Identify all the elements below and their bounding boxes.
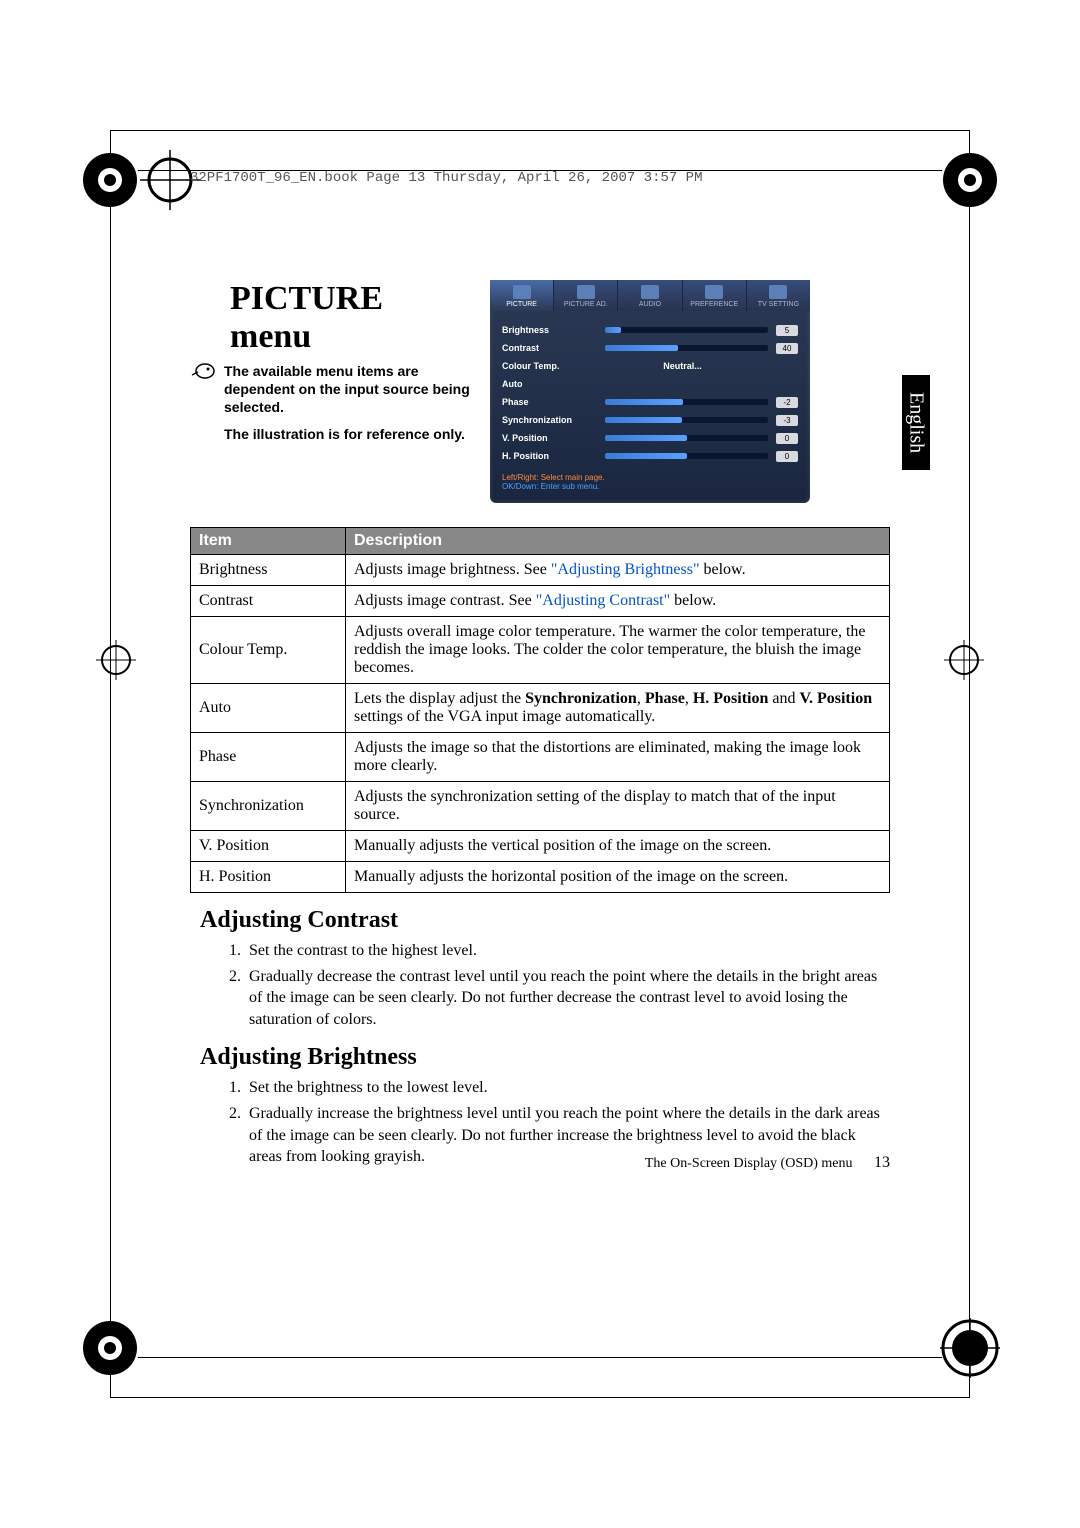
osd-tab-bar: PICTURE PICTURE AD. AUDIO PREFERENCE TV …	[490, 280, 810, 311]
table-cell-item: Phase	[191, 733, 346, 782]
registration-mark-icon	[96, 640, 136, 680]
page-title: PICTURE menu	[230, 280, 470, 356]
page-footer: The On-Screen Display (OSD) menu 13	[645, 1134, 890, 1172]
language-tab: English	[902, 375, 930, 470]
registration-mark-icon	[80, 150, 140, 210]
table-row: H. PositionManually adjusts the horizont…	[191, 862, 890, 893]
osd-row-auto[interactable]: Auto	[502, 375, 798, 393]
osd-label: Contrast	[502, 343, 597, 353]
bookmark-filename: 32PF1700T_96_EN.book Page 13 Thursday, A…	[190, 170, 702, 186]
osd-slider[interactable]	[605, 417, 768, 423]
table-cell-item: H. Position	[191, 862, 346, 893]
osd-label: Synchronization	[502, 415, 597, 425]
list-item: Gradually decrease the contrast level un…	[245, 966, 890, 1031]
page-number: 13	[874, 1154, 890, 1171]
table-cell-description: Manually adjusts the horizontal position…	[346, 862, 890, 893]
osd-value: 0	[776, 451, 798, 462]
note-text-2: The illustration is for reference only.	[224, 425, 470, 443]
osd-label: V. Position	[502, 433, 597, 443]
picture-icon	[513, 285, 531, 299]
list-item: Set the brightness to the lowest level.	[245, 1077, 890, 1099]
table-cell-item: Auto	[191, 684, 346, 733]
table-cell-item: V. Position	[191, 831, 346, 862]
osd-tab-tv-setting[interactable]: TV SETTING	[747, 280, 810, 311]
table-cell-description: Adjusts image brightness. See "Adjusting…	[346, 555, 890, 586]
table-cell-description: Manually adjusts the vertical position o…	[346, 831, 890, 862]
note-text-1: The available menu items are dependent o…	[224, 362, 470, 417]
table-head-item: Item	[191, 528, 346, 555]
osd-label: Phase	[502, 397, 597, 407]
section-adjusting-contrast: Adjusting Contrast	[200, 907, 890, 934]
osd-label: H. Position	[502, 451, 597, 461]
osd-value: 5	[776, 325, 798, 336]
cross-reference-link[interactable]: "Adjusting Contrast"	[536, 592, 670, 609]
osd-slider[interactable]	[605, 435, 768, 441]
tv-setting-icon	[769, 285, 787, 299]
table-cell-description: Adjusts overall image color temperature.…	[346, 617, 890, 684]
description-table: Item Description BrightnessAdjusts image…	[190, 527, 890, 893]
table-row: ContrastAdjusts image contrast. See "Adj…	[191, 586, 890, 617]
registration-mark-icon	[80, 1318, 140, 1378]
osd-tab-picture[interactable]: PICTURE	[490, 280, 554, 311]
picture-ad-icon	[577, 285, 595, 299]
footer-section-title: The On-Screen Display (OSD) menu	[645, 1156, 853, 1171]
table-row: V. PositionManually adjusts the vertical…	[191, 831, 890, 862]
table-cell-item: Contrast	[191, 586, 346, 617]
osd-row-v-position[interactable]: V. Position 0	[502, 429, 798, 447]
registration-mark-icon	[940, 1318, 1000, 1378]
table-cell-item: Colour Temp.	[191, 617, 346, 684]
osd-hint-2: OK/Down: Enter sub menu.	[490, 482, 810, 495]
osd-slider[interactable]	[605, 399, 768, 405]
osd-tab-picture-ad[interactable]: PICTURE AD.	[554, 280, 618, 311]
crop-line-bottom	[138, 1357, 942, 1358]
osd-slider[interactable]	[605, 327, 768, 333]
osd-slider[interactable]	[605, 345, 768, 351]
osd-panel: PICTURE PICTURE AD. AUDIO PREFERENCE TV …	[490, 280, 810, 503]
osd-value: 0	[776, 433, 798, 444]
table-row: AutoLets the display adjust the Synchron…	[191, 684, 890, 733]
osd-row-brightness[interactable]: Brightness 5	[502, 321, 798, 339]
contrast-steps: Set the contrast to the highest level. Gr…	[245, 940, 890, 1030]
table-cell-item: Brightness	[191, 555, 346, 586]
registration-mark-icon	[944, 640, 984, 680]
language-tab-label: English	[905, 392, 928, 453]
table-cell-description: Adjusts the image so that the distortion…	[346, 733, 890, 782]
osd-row-h-position[interactable]: H. Position 0	[502, 447, 798, 465]
osd-row-phase[interactable]: Phase -2	[502, 393, 798, 411]
osd-label: Brightness	[502, 325, 597, 335]
osd-hint-1: Left/Right: Select main page.	[490, 469, 810, 482]
table-row: Colour Temp.Adjusts overall image color …	[191, 617, 890, 684]
osd-text-value: Neutral...	[597, 361, 798, 371]
table-head-description: Description	[346, 528, 890, 555]
osd-value: -2	[776, 397, 798, 408]
osd-value: -3	[776, 415, 798, 426]
table-row: BrightnessAdjusts image brightness. See …	[191, 555, 890, 586]
registration-mark-icon	[940, 150, 1000, 210]
preference-icon	[705, 285, 723, 299]
cross-reference-link[interactable]: "Adjusting Brightness"	[551, 561, 700, 578]
note-icon	[190, 362, 216, 385]
osd-tab-audio[interactable]: AUDIO	[618, 280, 682, 311]
audio-icon	[641, 285, 659, 299]
osd-tab-preference[interactable]: PREFERENCE	[683, 280, 747, 311]
table-row: SynchronizationAdjusts the synchronizati…	[191, 782, 890, 831]
osd-row-colour-temp-[interactable]: Colour Temp.Neutral...	[502, 357, 798, 375]
osd-row-contrast[interactable]: Contrast 40	[502, 339, 798, 357]
table-row: PhaseAdjusts the image so that the disto…	[191, 733, 890, 782]
osd-slider[interactable]	[605, 453, 768, 459]
table-cell-description: Adjusts the synchronization setting of t…	[346, 782, 890, 831]
osd-value: 40	[776, 343, 798, 354]
osd-row-synchronization[interactable]: Synchronization -3	[502, 411, 798, 429]
section-adjusting-brightness: Adjusting Brightness	[200, 1044, 890, 1071]
list-item: Set the contrast to the highest level.	[245, 940, 890, 962]
table-cell-description: Adjusts image contrast. See "Adjusting C…	[346, 586, 890, 617]
table-cell-item: Synchronization	[191, 782, 346, 831]
osd-label: Auto	[502, 379, 597, 389]
osd-label: Colour Temp.	[502, 361, 597, 371]
table-cell-description: Lets the display adjust the Synchronizat…	[346, 684, 890, 733]
